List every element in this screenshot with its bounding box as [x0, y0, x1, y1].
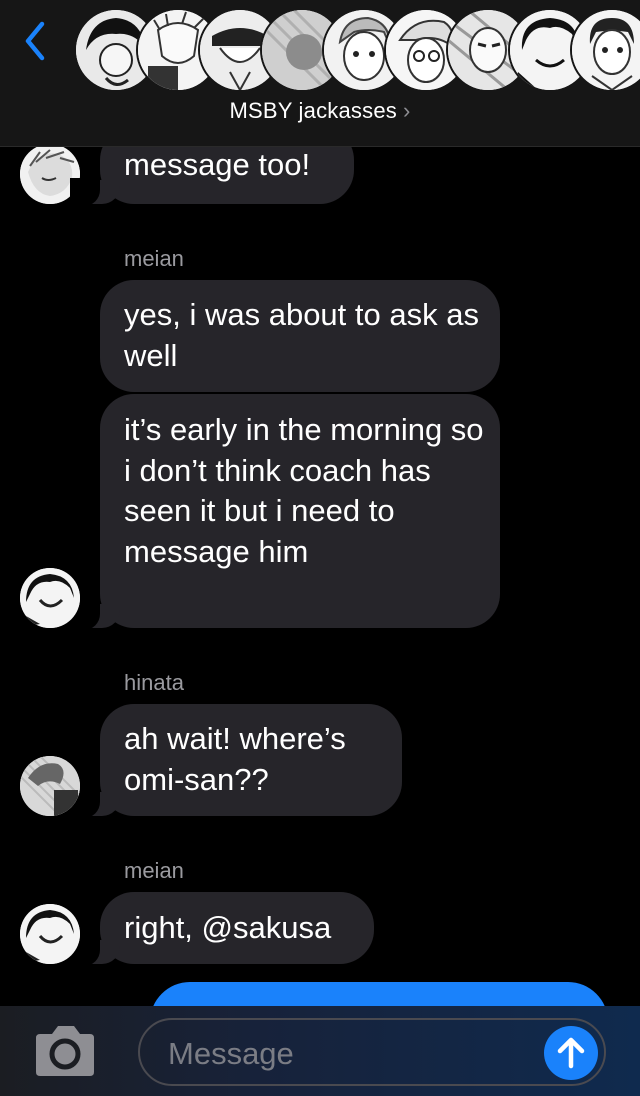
message-bubble[interactable]: yes, i was about to ask as well [100, 280, 500, 392]
avatar[interactable] [20, 904, 80, 964]
sender-name: meian [124, 858, 184, 883]
message-text: right, @sakusa [124, 910, 332, 945]
message-thread[interactable]: message too! meian yes, i was about to a… [0, 0, 640, 1006]
chevron-left-icon [25, 21, 45, 61]
message-bubble[interactable]: it’s early in the morning so i don’t thi… [70, 394, 500, 630]
message-bubble[interactable]: right, @sakusa [70, 892, 374, 966]
arrow-up-icon [557, 1037, 585, 1069]
send-button[interactable] [544, 1026, 598, 1080]
outgoing-message-bubble[interactable] [150, 982, 608, 1006]
conversation-header: MSBY jackasses › [0, 0, 640, 147]
group-avatars[interactable] [74, 8, 640, 92]
chevron-right-icon: › [402, 98, 411, 123]
message-text: it’s early in the morning so i don’t thi… [124, 412, 484, 569]
camera-button[interactable] [32, 1024, 98, 1080]
back-button[interactable] [20, 18, 50, 64]
message-text: ah wait! where’s omi-san?? [124, 721, 346, 797]
message-input-bar: Message [0, 1006, 640, 1096]
sender-name: meian [124, 246, 184, 271]
message-input-placeholder: Message [168, 1036, 294, 1071]
avatar[interactable] [20, 756, 80, 816]
avatar [570, 8, 640, 92]
avatar[interactable] [20, 568, 80, 628]
message-text: message too! [124, 147, 311, 182]
message-text: yes, i was about to ask as well [124, 297, 479, 373]
camera-icon [36, 1026, 94, 1076]
group-name-label: MSBY jackasses [229, 98, 397, 123]
message-bubble[interactable]: ah wait! where’s omi-san?? [70, 704, 402, 818]
sender-name: hinata [124, 670, 184, 695]
group-name[interactable]: MSBY jackasses › [0, 98, 640, 124]
message-input[interactable]: Message [138, 1018, 606, 1086]
